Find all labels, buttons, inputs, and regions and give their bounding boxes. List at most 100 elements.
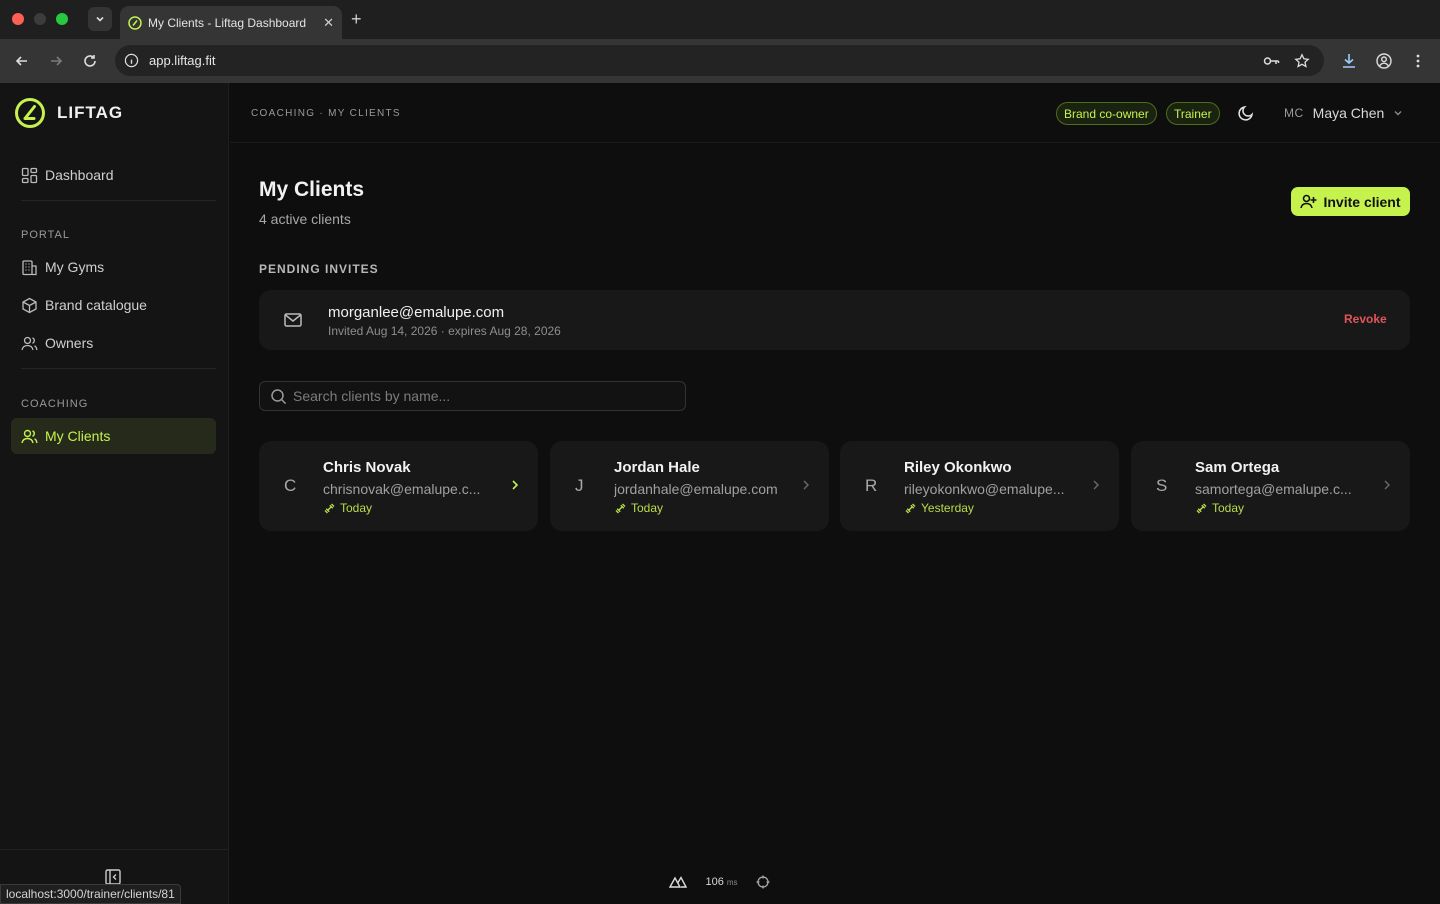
client-last-active-text: Yesterday	[921, 501, 974, 515]
chevron-down-icon	[96, 16, 104, 22]
revoke-invite-button[interactable]: Revoke	[1344, 312, 1387, 326]
main-content: COACHING · MY CLIENTS Brand co-owner Tra…	[230, 83, 1440, 904]
search-input[interactable]	[293, 388, 685, 404]
sidebar-item-label: My Gyms	[45, 259, 105, 275]
client-avatar: C	[284, 476, 297, 495]
client-last-active: Today	[614, 501, 663, 515]
reload-icon	[84, 55, 96, 67]
dumbbell-icon	[905, 503, 916, 513]
client-name: Jordan Hale	[614, 459, 700, 476]
tab-search-button[interactable]	[88, 7, 112, 31]
theme-toggle-button[interactable]	[1236, 103, 1256, 123]
pending-invites-heading: PENDING INVITES	[259, 262, 379, 276]
key-icon	[1263, 57, 1280, 65]
client-name: Sam Ortega	[1195, 459, 1280, 476]
client-last-active-text: Today	[631, 501, 664, 515]
invite-client-label: Invite client	[1323, 193, 1401, 210]
dumbbell-icon	[615, 503, 626, 513]
maximize-window-button[interactable]	[56, 13, 68, 25]
page-title: My Clients	[259, 178, 365, 201]
arrow-left-icon	[15, 56, 27, 66]
role-badge-brand-co-owner: Brand co-owner	[1056, 102, 1157, 125]
invite-client-button[interactable]: Invite client	[1291, 187, 1410, 216]
liftag-logo-icon	[15, 98, 45, 128]
top-bar: COACHING · MY CLIENTS Brand co-owner Tra…	[230, 83, 1440, 143]
dumbbell-icon	[324, 503, 335, 513]
client-email: rileyokonkwo@emalupe...	[904, 481, 1065, 497]
chevron-right-icon	[803, 480, 809, 490]
user-plus-icon	[1300, 194, 1317, 209]
tab-title: My Clients - Liftag Dashboard	[148, 15, 307, 30]
minimize-window-button[interactable]	[34, 13, 46, 25]
downloads-button[interactable]	[1339, 51, 1359, 71]
dev-toolbar[interactable]: 106 ms	[660, 868, 779, 896]
liftag-favicon-icon	[128, 15, 142, 30]
moon-icon	[1238, 105, 1254, 121]
client-avatar: S	[1156, 476, 1168, 495]
sidebar-item-owners[interactable]: Owners	[11, 325, 216, 361]
crosshair-icon[interactable]	[756, 875, 770, 889]
sidebar-item-label: Dashboard	[45, 167, 114, 183]
chevron-right-icon	[1093, 480, 1099, 490]
nuxt-logo-icon	[669, 876, 688, 888]
back-button[interactable]	[12, 51, 32, 71]
brand-logo[interactable]: LIFTAG	[14, 97, 123, 129]
role-badge-trainer: Trainer	[1166, 102, 1220, 125]
address-bar[interactable]: app.liftag.fit	[115, 45, 1324, 76]
box-icon	[22, 297, 37, 313]
sidebar-divider	[21, 368, 216, 369]
avatar: MC	[1284, 106, 1304, 120]
chevron-right-icon	[1384, 480, 1390, 490]
sidebar-divider	[21, 200, 216, 201]
sidebar-item-my-clients[interactable]: My Clients	[11, 418, 216, 454]
section-label-coaching: COACHING	[21, 398, 89, 410]
new-tab-button[interactable]: +	[351, 9, 362, 30]
breadcrumb: COACHING · MY CLIENTS	[251, 108, 401, 119]
sidebar-item-brand-catalogue[interactable]: Brand catalogue	[11, 287, 216, 323]
tab-close-icon[interactable]: ✕	[323, 15, 334, 31]
sidebar-item-my-gyms[interactable]: My Gyms	[11, 249, 216, 285]
client-last-active: Today	[323, 501, 372, 515]
client-avatar: R	[865, 476, 878, 495]
kebab-menu-icon	[1416, 54, 1420, 68]
dashboard-grid-icon	[21, 167, 38, 183]
dev-toolbar-unit: ms	[726, 877, 738, 887]
forward-button[interactable]	[46, 51, 66, 71]
client-card[interactable]: S Sam Ortega samortega@emalupe.c... Toda…	[1131, 441, 1410, 531]
bookmark-button[interactable]	[1292, 51, 1312, 71]
section-label-portal: PORTAL	[21, 229, 70, 241]
browser-menu-button[interactable]	[1408, 51, 1428, 71]
client-email: samortega@emalupe.c...	[1195, 481, 1352, 497]
client-search	[259, 381, 686, 411]
client-card[interactable]: J Jordan Hale jordanhale@emalupe.com Tod…	[550, 441, 829, 531]
sidebar: LIFTAG Dashboard PORTAL My Gyms Brand ca…	[0, 83, 229, 904]
pending-invite-card: morganlee@emalupe.com Invited Aug 14, 20…	[259, 290, 1410, 350]
search-icon	[271, 388, 287, 404]
sidebar-footer-divider	[0, 849, 229, 850]
account-circle-icon	[1376, 53, 1392, 69]
client-avatar: J	[575, 476, 584, 495]
arrow-right-icon	[51, 56, 63, 66]
sidebar-item-dashboard[interactable]: Dashboard	[11, 157, 216, 193]
browser-tab-active[interactable]: My Clients - Liftag Dashboard ✕	[120, 6, 342, 39]
password-key-button[interactable]	[1261, 51, 1281, 71]
users-icon	[21, 429, 38, 443]
sidebar-item-label: Owners	[45, 335, 94, 351]
client-card[interactable]: C Chris Novak chrisnovak@emalupe.c... To…	[259, 441, 538, 531]
users-icon	[21, 336, 38, 350]
reload-button[interactable]	[80, 51, 100, 71]
status-bar-url: localhost:3000/trainer/clients/81	[0, 884, 181, 904]
url-text: app.liftag.fit	[149, 53, 216, 68]
client-email: chrisnovak@emalupe.c...	[323, 481, 481, 497]
mail-icon	[284, 313, 302, 327]
dev-toolbar-timing: 106	[705, 876, 724, 888]
client-name: Riley Okonkwo	[904, 459, 1012, 476]
profile-button[interactable]	[1374, 51, 1394, 71]
user-menu[interactable]: MC Maya Chen	[1284, 103, 1404, 123]
star-icon	[1294, 53, 1310, 68]
site-info-icon[interactable]	[124, 53, 139, 68]
client-last-active-text: Today	[1212, 501, 1245, 515]
client-card[interactable]: R Riley Okonkwo rileyokonkwo@emalupe... …	[840, 441, 1119, 531]
browser-toolbar: app.liftag.fit	[0, 39, 1440, 83]
close-window-button[interactable]	[12, 13, 24, 25]
